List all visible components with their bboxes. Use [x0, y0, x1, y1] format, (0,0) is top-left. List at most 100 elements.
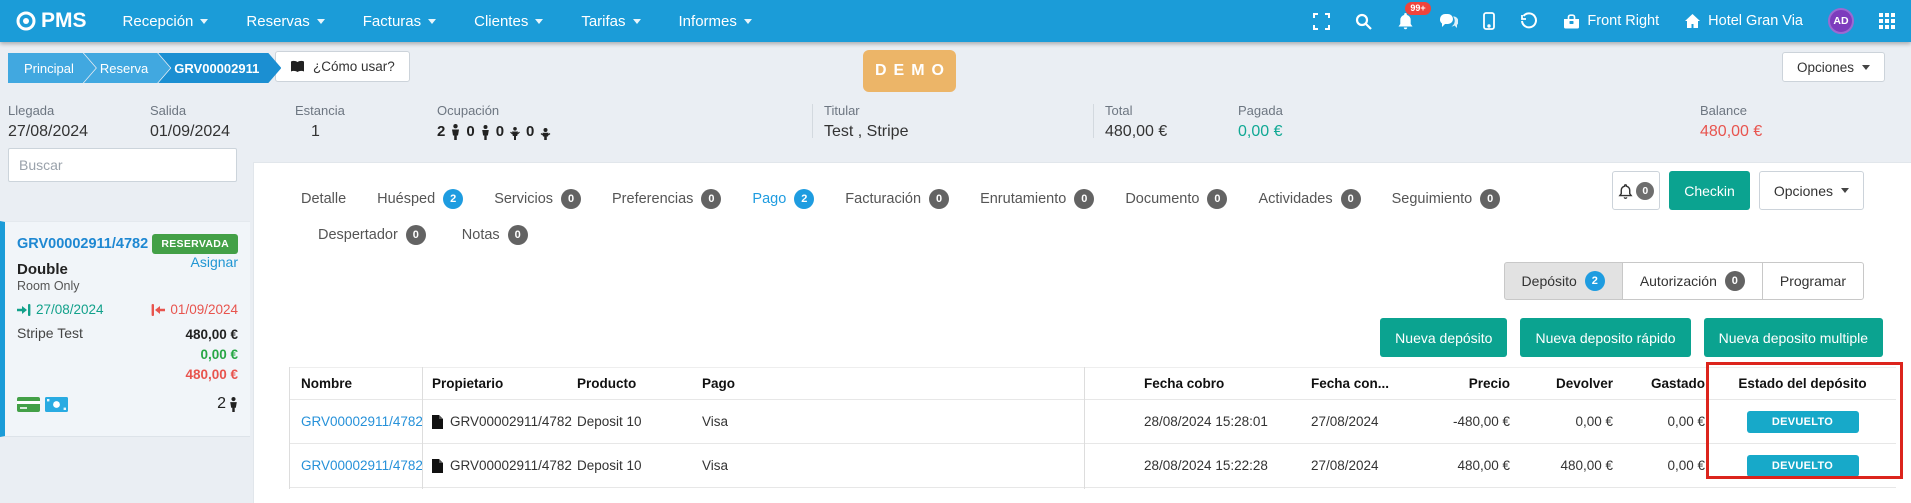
- table-row[interactable]: GRV00002911/4782 GRV00002911/4782 Deposi…: [289, 444, 1896, 488]
- nueva-deposito-button[interactable]: Nueva depósito: [1380, 318, 1507, 357]
- apps-grid-icon[interactable]: [1879, 13, 1895, 29]
- search-icon[interactable]: [1355, 13, 1372, 30]
- menu-facturas[interactable]: Facturas: [363, 13, 436, 30]
- menu-tarifas[interactable]: Tarifas: [581, 13, 640, 30]
- col-nombre[interactable]: Nombre: [289, 376, 422, 391]
- breadcrumb-reserva[interactable]: Reserva: [84, 53, 170, 83]
- tab-documento[interactable]: Documento0: [1125, 189, 1227, 209]
- reservation-tabs-row2: Despertador0 Notas0: [318, 225, 528, 245]
- deposit-name-link[interactable]: GRV00002911/4782: [289, 458, 422, 473]
- subtab-deposito[interactable]: Depósito2: [1504, 262, 1623, 300]
- menu-reservas[interactable]: Reservas: [246, 13, 324, 30]
- breadcrumb-reservation-code[interactable]: GRV00002911: [158, 53, 281, 83]
- chevron-down-icon: [1862, 65, 1870, 70]
- assign-link[interactable]: Asignar: [191, 254, 238, 270]
- pms-logo[interactable]: PMS: [16, 9, 87, 33]
- workstation-selector[interactable]: Front Right: [1563, 13, 1659, 29]
- estancia-label: Estancia: [295, 103, 345, 118]
- hotel-selector[interactable]: Hotel Gran Via: [1684, 13, 1803, 29]
- info-estancia: Estancia 1: [295, 103, 345, 141]
- table-divider: [1084, 367, 1085, 489]
- balance-label: Balance: [1700, 103, 1762, 118]
- chevron-down-icon: [633, 19, 641, 24]
- deposit-owner: GRV00002911/4782: [422, 458, 575, 473]
- pagada-label: Pagada: [1238, 103, 1283, 118]
- nueva-deposito-multiple-button[interactable]: Nueva deposito multiple: [1704, 318, 1883, 357]
- hotel-label: Hotel Gran Via: [1708, 13, 1803, 29]
- search-input[interactable]: [8, 148, 237, 182]
- tab-count-badge: 0: [1074, 189, 1094, 209]
- tab-pago[interactable]: Pago2: [752, 189, 814, 209]
- user-avatar[interactable]: AD: [1828, 8, 1854, 34]
- alerts-button[interactable]: 0: [1612, 171, 1660, 210]
- subtab-programar[interactable]: Programar: [1762, 262, 1864, 300]
- briefcase-icon: [1563, 14, 1580, 29]
- estancia-value: 1: [295, 123, 345, 141]
- deposit-name-link[interactable]: GRV00002911/4782: [289, 414, 422, 429]
- pms-reservation-page: PMS Recepción Reservas Facturas Clientes…: [0, 0, 1911, 503]
- tab-servicios[interactable]: Servicios0: [494, 189, 581, 209]
- tab-seguimiento[interactable]: Seguimiento0: [1392, 189, 1501, 209]
- llegada-label: Llegada: [8, 103, 88, 118]
- tab-huesped[interactable]: Huésped2: [377, 189, 463, 209]
- chat-icon[interactable]: [1439, 13, 1458, 30]
- credit-card-icon: [17, 397, 40, 412]
- tab-detalle[interactable]: Detalle: [301, 191, 346, 207]
- reservation-card[interactable]: GRV00002911/4782 RESERVADA Double Room O…: [0, 221, 250, 437]
- menu-informes[interactable]: Informes: [679, 13, 752, 30]
- col-pago[interactable]: Pago: [700, 376, 1084, 391]
- chevron-down-icon: [428, 19, 436, 24]
- nueva-deposito-rapido-button[interactable]: Nueva deposito rápido: [1520, 318, 1690, 357]
- como-usar-button[interactable]: ¿Cómo usar?: [275, 51, 410, 82]
- menu-recepcion[interactable]: Recepción: [123, 13, 209, 30]
- tab-enrutamiento[interactable]: Enrutamiento0: [980, 189, 1094, 209]
- table-row[interactable]: GRV00002911/4782 GRV00002911/4782 Deposi…: [289, 400, 1896, 444]
- history-icon[interactable]: [1520, 12, 1538, 30]
- fullscreen-icon[interactable]: [1313, 13, 1330, 30]
- tab-notas[interactable]: Notas0: [462, 225, 528, 245]
- board-type: Room Only: [17, 279, 80, 293]
- deposit-spent: 0,00 €: [1619, 414, 1709, 429]
- subtab-count-badge: 2: [1585, 271, 1605, 291]
- divider: [1093, 104, 1094, 138]
- col-precio[interactable]: Precio: [1416, 376, 1516, 391]
- breadcrumb: Principal Reserva GRV00002911: [8, 53, 281, 83]
- tab-despertador[interactable]: Despertador0: [318, 225, 426, 245]
- deposit-refund: 0,00 €: [1516, 414, 1619, 429]
- mobile-device-icon[interactable]: [1483, 12, 1495, 30]
- tab-facturacion[interactable]: Facturación0: [845, 189, 949, 209]
- menu-clientes[interactable]: Clientes: [474, 13, 543, 30]
- tab-count-badge: 0: [508, 225, 528, 245]
- checkin-button[interactable]: Checkin: [1669, 171, 1750, 210]
- col-fecha-cobro[interactable]: Fecha cobro: [1084, 376, 1311, 391]
- tab-actividades[interactable]: Actividades0: [1258, 189, 1360, 209]
- breadcrumb-principal[interactable]: Principal: [8, 53, 96, 83]
- reservation-code-link[interactable]: GRV00002911/4782: [17, 236, 148, 252]
- col-gastado[interactable]: Gastado: [1619, 376, 1709, 391]
- tab-preferencias[interactable]: Preferencias0: [612, 189, 721, 209]
- notifications-bell-icon[interactable]: 99+: [1397, 12, 1414, 30]
- subtab-autorizacion[interactable]: Autorización0: [1622, 262, 1763, 300]
- info-balance: Balance 480,00 €: [1700, 103, 1762, 141]
- file-icon: [432, 415, 443, 429]
- deposit-charge-date: 28/08/2024 15:28:01: [1084, 414, 1311, 429]
- opciones-button[interactable]: Opciones: [1759, 171, 1864, 210]
- col-propietario[interactable]: Propietario: [422, 376, 575, 391]
- deposit-payment: Visa: [700, 414, 1084, 429]
- opciones-top-button[interactable]: Opciones: [1782, 52, 1885, 82]
- deposit-price: -480,00 €: [1416, 414, 1516, 429]
- workstation-label: Front Right: [1587, 13, 1659, 29]
- table-divider: [289, 367, 290, 489]
- reservation-tabs: Detalle Huésped2 Servicios0 Preferencias…: [301, 189, 1500, 209]
- col-fecha-con[interactable]: Fecha con...: [1311, 376, 1416, 391]
- tab-count-badge: 0: [929, 189, 949, 209]
- col-devolver[interactable]: Devolver: [1516, 376, 1619, 391]
- junior-icon: [481, 125, 490, 140]
- col-producto[interactable]: Producto: [575, 376, 700, 391]
- adult-icon: [451, 124, 460, 140]
- child-icon: [510, 127, 520, 140]
- deposit-owner: GRV00002911/4782: [422, 414, 575, 429]
- tab-count-badge: 0: [1341, 189, 1361, 209]
- deposit-charge-date: 28/08/2024 15:22:28: [1084, 458, 1311, 473]
- deposit-buttons: Nueva depósito Nueva deposito rápido Nue…: [1380, 318, 1883, 357]
